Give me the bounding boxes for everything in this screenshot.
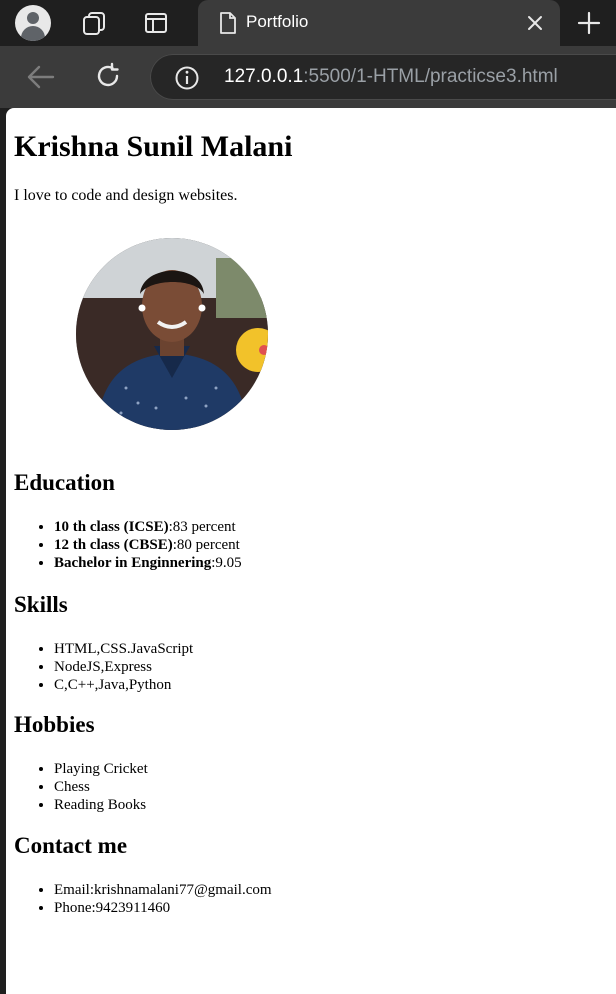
hobbies-section: Hobbies Playing Cricket Chess Reading Bo… — [14, 712, 148, 814]
list-item: 10 th class (ICSE):83 percent — [54, 518, 242, 536]
list-item: Chess — [54, 778, 148, 796]
profile-photo — [76, 238, 268, 430]
info-icon[interactable] — [174, 65, 200, 91]
contact-list: Email:krishnamalani77@gmail.com Phone:94… — [14, 881, 272, 917]
contact-phone: Phone:9423911460 — [54, 899, 272, 917]
education-value: :83 percent — [168, 519, 236, 535]
list-item: 12 th class (CBSE):80 percent — [54, 536, 242, 554]
skills-heading: Skills — [14, 592, 68, 617]
document-icon — [220, 12, 236, 34]
page-title: Krishna Sunil Malani — [14, 130, 293, 163]
back-button[interactable] — [26, 63, 56, 96]
plus-icon — [577, 11, 601, 35]
contact-section: Contact me Email:krishnamalani77@gmail.c… — [14, 833, 272, 917]
address-toolbar: 127.0.0.1:5500/1-HTML/practicse3.html — [0, 46, 616, 108]
url-path: :5500/1-HTML/practicse3.html — [303, 66, 558, 87]
contact-email: Email:krishnamalani77@gmail.com — [54, 881, 272, 899]
education-label: 10 th class (ICSE) — [54, 519, 169, 535]
education-heading: Education — [14, 470, 115, 495]
education-section: Education 10 th class (ICSE):83 percent … — [14, 470, 242, 572]
list-item: C,C++,Java,Python — [54, 676, 193, 694]
education-label: 12 th class (CBSE) — [54, 537, 173, 553]
tab-portfolio[interactable]: Portfolio — [198, 0, 560, 46]
education-value: :9.05 — [211, 555, 242, 571]
education-label: Bachelor in Enginnering — [54, 555, 212, 571]
contact-heading: Contact me — [14, 833, 128, 858]
hobbies-heading: Hobbies — [14, 712, 95, 737]
list-item: Bachelor in Enginnering:9.05 — [54, 554, 242, 572]
collections-icon — [83, 12, 105, 35]
collections-button[interactable] — [76, 0, 112, 46]
list-item: Reading Books — [54, 796, 148, 814]
tab-actions-button[interactable] — [138, 0, 174, 46]
tab-strip: Portfolio — [0, 0, 616, 46]
skills-list: HTML,CSS.JavaScript NodeJS,Express C,C++… — [14, 640, 193, 694]
profile-button[interactable] — [14, 0, 52, 46]
new-tab-button[interactable] — [572, 0, 606, 46]
reload-button[interactable] — [94, 62, 122, 95]
hobbies-list: Playing Cricket Chess Reading Books — [14, 760, 148, 814]
education-list: 10 th class (ICSE):83 percent 12 th clas… — [14, 518, 242, 572]
url-text[interactable]: 127.0.0.1:5500/1-HTML/practicse3.html — [224, 66, 558, 88]
list-item: HTML,CSS.JavaScript — [54, 640, 193, 658]
address-bar[interactable]: 127.0.0.1:5500/1-HTML/practicse3.html — [150, 54, 616, 100]
skills-section: Skills HTML,CSS.JavaScript NodeJS,Expres… — [14, 592, 193, 694]
education-value: :80 percent — [172, 537, 240, 553]
page-viewport: Krishna Sunil Malani I love to code and … — [6, 108, 616, 994]
back-arrow-icon — [27, 65, 55, 89]
list-item: NodeJS,Express — [54, 658, 193, 676]
url-host: 127.0.0.1 — [224, 66, 304, 87]
close-tab-button[interactable] — [524, 12, 546, 34]
close-icon — [528, 16, 542, 30]
profile-icon — [15, 5, 51, 41]
tab-actions-icon — [145, 13, 167, 33]
tagline: I love to code and design websites. — [14, 187, 238, 204]
list-item: Playing Cricket — [54, 760, 148, 778]
reload-icon — [97, 62, 119, 87]
tab-title: Portfolio — [246, 12, 309, 31]
